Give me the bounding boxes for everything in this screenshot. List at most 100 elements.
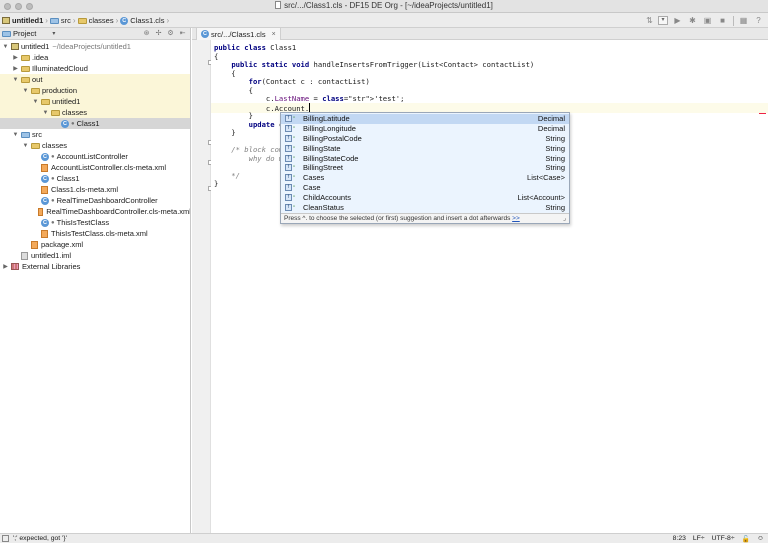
tree-item[interactable]: C ● Class1	[0, 118, 190, 129]
hide-panel-icon[interactable]: ⇤	[178, 29, 187, 38]
completion-item-type: String	[545, 163, 565, 173]
code-line[interactable]: c.Account.	[211, 102, 768, 113]
tree-item[interactable]: ▼ production	[0, 85, 190, 96]
lock-icon[interactable]: 🔓	[742, 535, 750, 543]
completion-item[interactable]: f ▫ BillingStreet String	[281, 163, 569, 173]
coverage-icon[interactable]: ▣	[702, 15, 713, 26]
tree-item[interactable]: ▼ out	[0, 74, 190, 85]
completion-item-name: BillingState	[303, 143, 341, 153]
tab-class1[interactable]: C src/.../Class1.cls ×	[196, 28, 281, 40]
collapsed-arrow-icon[interactable]: ▶	[12, 54, 19, 61]
expanded-arrow-icon[interactable]: ▼	[22, 88, 29, 94]
field-icon: f	[285, 164, 292, 172]
tree-item[interactable]: Class1.cls-meta.xml	[0, 184, 190, 195]
class-icon: C	[41, 152, 49, 161]
gear-icon[interactable]: ⚙	[166, 29, 175, 38]
completion-item-name: Case	[303, 182, 321, 192]
expanded-arrow-icon[interactable]: ▼	[12, 132, 19, 138]
tree-item-label: Class1	[76, 119, 100, 128]
completion-item[interactable]: f ▫ ChildAccounts List<Account>	[281, 192, 569, 202]
tree-item-label: External Libraries	[22, 262, 81, 271]
field-icon: f	[285, 203, 292, 211]
caret-position[interactable]: 8:23	[673, 535, 686, 543]
breadcrumb-item-classes[interactable]: classes ›	[77, 16, 118, 25]
close-icon[interactable]: ×	[272, 31, 276, 38]
completion-item-name: BillingStateCode	[303, 153, 359, 163]
editor-gutter[interactable]	[192, 40, 213, 533]
visibility-icon: ●	[51, 153, 55, 160]
breadcrumb-item-file[interactable]: C Class1.cls ›	[120, 16, 169, 25]
xml-file-icon	[38, 207, 44, 216]
completion-item[interactable]: f ▫ BillingPostalCode String	[281, 134, 569, 144]
folder-icon	[77, 17, 87, 24]
run-config-dropdown[interactable]: ▾	[658, 16, 668, 25]
line-separator[interactable]: LF÷	[693, 535, 705, 543]
folder-icon	[49, 17, 59, 24]
tree-item[interactable]: ▼ classes	[0, 107, 190, 118]
code-line[interactable]: public class Class1	[214, 43, 296, 53]
run-icon[interactable]: ▶	[672, 15, 683, 26]
collapsed-arrow-icon[interactable]: ▶	[2, 263, 9, 270]
expanded-arrow-icon[interactable]: ▼	[22, 143, 29, 149]
completion-item-type: String	[545, 143, 565, 153]
sort-icon[interactable]: ⇅	[644, 15, 655, 26]
sync-icon[interactable]: ⊛	[142, 29, 151, 38]
project-tree[interactable]: ▼ untitled1 ~/IdeaProjects/untitled1 ▶ .idea…	[0, 40, 191, 533]
tree-item[interactable]: untitled1.iml	[0, 250, 190, 261]
expanded-arrow-icon[interactable]: ▼	[32, 99, 39, 105]
resize-icon[interactable]: ⌟	[563, 214, 566, 223]
completion-item[interactable]: f ▫ BillingLatitude Decimal	[281, 114, 569, 124]
tree-item[interactable]: RealTimeDashboardController.cls-meta.xml	[0, 206, 190, 217]
code-line[interactable]: why do we	[214, 154, 288, 164]
breadcrumb-item-project[interactable]: untitled1 ›	[2, 16, 48, 25]
code-line[interactable]: }	[214, 179, 218, 189]
stop-icon[interactable]: ■	[717, 15, 728, 26]
completion-popup[interactable]: f▫CombinedAttachmentsList<CombinedAttach…	[280, 112, 570, 224]
tree-item[interactable]: ▶ .idea	[0, 52, 190, 63]
tree-item[interactable]: ▼ untitled1 ~/IdeaProjects/untitled1	[0, 41, 190, 52]
tree-item[interactable]: ▼ classes	[0, 140, 190, 151]
tree-item[interactable]: ▼ untitled1	[0, 96, 190, 107]
tree-item-label: AccountListController.cls-meta.xml	[51, 163, 167, 172]
completion-item-name: ChildAccounts	[303, 192, 351, 202]
tree-item[interactable]: ▶ External Libraries	[0, 261, 190, 272]
completion-item[interactable]: f ▫ Case	[281, 183, 569, 193]
debug-icon[interactable]: ✱	[687, 15, 698, 26]
expanded-arrow-icon[interactable]: ▼	[42, 110, 49, 116]
tree-item[interactable]: C ● ThisIsTestClass	[0, 217, 190, 228]
code-line[interactable]: }	[214, 128, 235, 138]
tree-item-label: package.xml	[41, 240, 84, 249]
tree-item[interactable]: ▶ IlluminatedCloud	[0, 63, 190, 74]
scroll-from-source-icon[interactable]: ✢	[154, 29, 163, 38]
completion-item[interactable]: f ▫ CleanStatus String	[281, 202, 569, 212]
tree-item[interactable]: ThisIsTestClass.cls-meta.xml	[0, 228, 190, 239]
project-structure-icon[interactable]: ▦	[738, 15, 749, 26]
tree-item-label: .idea	[32, 53, 49, 62]
completion-item[interactable]: f ▫ BillingStateCode String	[281, 153, 569, 163]
tree-item[interactable]: C ● AccountListController	[0, 151, 190, 162]
breadcrumb-item-src[interactable]: src ›	[49, 16, 76, 25]
help-icon[interactable]: ?	[753, 15, 764, 26]
inspector-icon[interactable]: ☺	[757, 535, 764, 543]
collapsed-arrow-icon[interactable]: ▶	[12, 65, 19, 72]
class-icon: C	[41, 196, 49, 205]
tree-item[interactable]: package.xml	[0, 239, 190, 250]
access-icon: ▫	[293, 154, 296, 161]
completion-item[interactable]: f ▫ BillingLongitude Decimal	[281, 124, 569, 134]
completion-hint-more-link[interactable]: >>	[512, 215, 520, 222]
project-view-selector[interactable]: Project ▾	[2, 29, 55, 38]
tool-windows-toggle-icon[interactable]	[2, 535, 9, 542]
file-encoding[interactable]: UTF-8÷	[712, 535, 735, 543]
module-icon	[2, 17, 10, 24]
completion-item[interactable]: f ▫ Cases List<Case>	[281, 173, 569, 183]
field-icon: f	[285, 115, 292, 123]
completion-item[interactable]: f ▫ BillingState String	[281, 143, 569, 153]
code-line[interactable]: public static void handleInsertsFromTrig…	[214, 60, 534, 70]
tree-item[interactable]: C ● Class1	[0, 173, 190, 184]
xml-file-icon	[41, 229, 48, 238]
expanded-arrow-icon[interactable]: ▼	[2, 44, 9, 50]
tree-item[interactable]: ▼ src	[0, 129, 190, 140]
tree-item[interactable]: C ● RealTimeDashboardController	[0, 195, 190, 206]
expanded-arrow-icon[interactable]: ▼	[12, 77, 19, 83]
tree-item[interactable]: AccountListController.cls-meta.xml	[0, 162, 190, 173]
